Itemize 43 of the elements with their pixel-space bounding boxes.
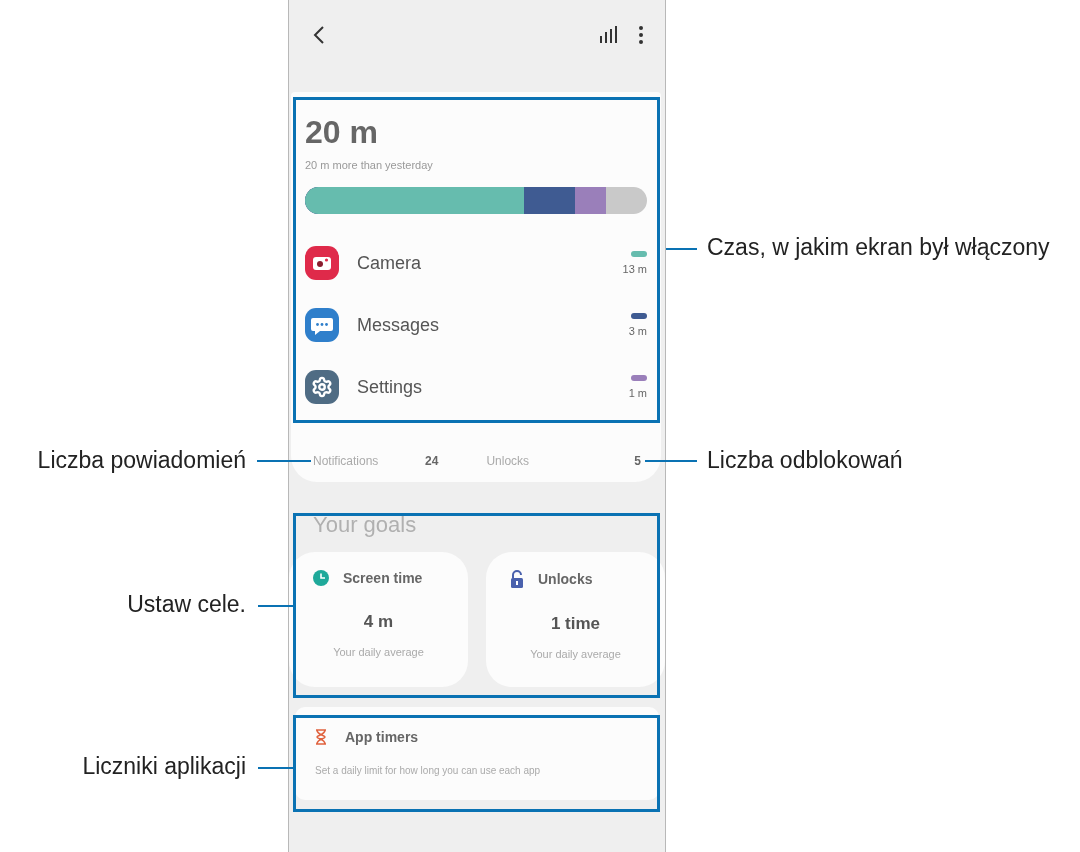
app-time: 3 m bbox=[628, 325, 647, 337]
comparison-text: 20 m more than yesterday bbox=[305, 159, 434, 171]
clock-icon bbox=[313, 570, 329, 586]
callout-label: Liczba odblokowań bbox=[707, 447, 903, 474]
app-timers-title: App timers bbox=[345, 729, 419, 745]
gear-icon bbox=[305, 370, 339, 404]
back-icon[interactable] bbox=[313, 25, 325, 45]
app-name: Settings bbox=[357, 376, 424, 398]
callout-label: Czas, w jakim ekran był włączony bbox=[707, 234, 1050, 261]
total-time: 20 m bbox=[305, 114, 379, 151]
goal-title: Unlocks bbox=[538, 571, 593, 587]
leader-line bbox=[257, 460, 311, 462]
callout-label: Liczba powiadomień bbox=[37, 447, 246, 474]
goal-caption: Your daily average bbox=[530, 648, 621, 660]
stat-label: Unlocks bbox=[486, 454, 530, 468]
stat-value: 5 bbox=[633, 454, 641, 468]
leader-line bbox=[645, 460, 697, 462]
goal-card[interactable]: Unlocks 1 time Your daily average bbox=[486, 552, 665, 687]
more-icon[interactable] bbox=[639, 26, 643, 44]
leader-line bbox=[258, 605, 293, 607]
bar-chart-icon[interactable] bbox=[599, 26, 617, 44]
goal-card[interactable]: Screen time 4 m Your daily average bbox=[289, 552, 468, 687]
stat-value: 24 bbox=[424, 454, 439, 468]
goal-caption: Your daily average bbox=[333, 646, 424, 658]
speech-bubble-icon bbox=[305, 308, 339, 342]
section-title: Your goals bbox=[313, 512, 418, 538]
app-time: 1 m bbox=[628, 387, 647, 399]
leader-line bbox=[258, 767, 293, 769]
goal-value: 4 m bbox=[363, 612, 394, 632]
hourglass-icon bbox=[315, 729, 327, 745]
app-timers-description: Set a daily limit for how long you can use each app bbox=[315, 765, 542, 776]
padlock-icon bbox=[510, 570, 524, 588]
callout-label: Ustaw cele. bbox=[127, 591, 246, 618]
goal-title: Screen time bbox=[343, 570, 423, 586]
app-name: Messages bbox=[357, 314, 441, 336]
goal-value: 1 time bbox=[550, 614, 601, 634]
camera-icon bbox=[305, 246, 339, 280]
leader-line bbox=[666, 248, 697, 250]
app-time: 13 m bbox=[622, 263, 647, 275]
stat-label: Notifications bbox=[313, 454, 379, 468]
app-timers-card[interactable]: App timers Set a daily limit for how long you can use each app bbox=[295, 707, 659, 800]
callout-label: Liczniki aplikacji bbox=[82, 753, 246, 780]
app-name: Camera bbox=[357, 252, 423, 274]
